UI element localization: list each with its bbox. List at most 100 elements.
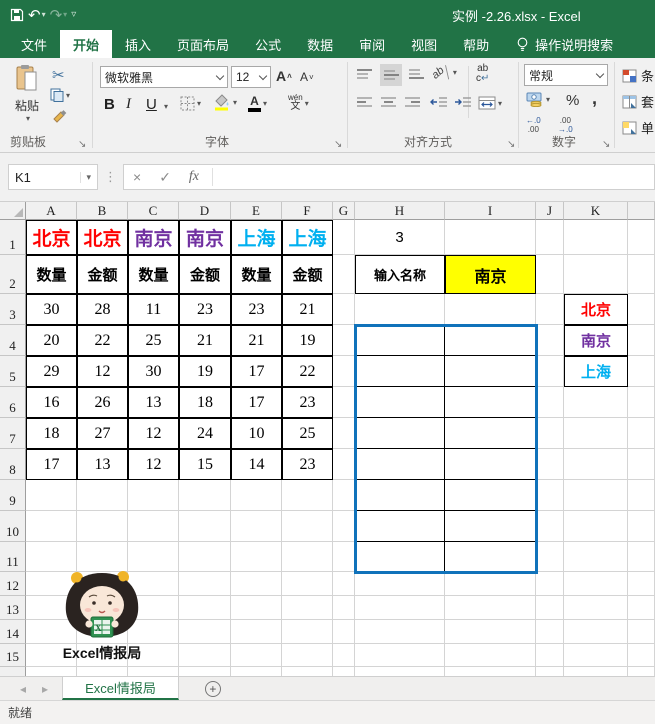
- cell-B7[interactable]: 27: [77, 418, 128, 449]
- cell-G3[interactable]: [333, 294, 355, 325]
- cell-B9[interactable]: [77, 480, 128, 511]
- cell-A10[interactable]: [26, 511, 77, 542]
- tab-page-layout[interactable]: 页面布局: [164, 30, 242, 58]
- cell-J2[interactable]: [536, 255, 564, 294]
- col-header-overflow[interactable]: [628, 202, 655, 220]
- cell-K10[interactable]: [564, 511, 628, 542]
- tab-review[interactable]: 审阅: [346, 30, 398, 58]
- cell-B4[interactable]: 22: [77, 325, 128, 356]
- cell-D[interactable]: [179, 667, 231, 676]
- comma-style-button[interactable]: ,: [592, 88, 597, 109]
- cell-I[interactable]: [445, 667, 536, 676]
- percent-style-button[interactable]: %: [566, 92, 579, 109]
- cell-J14[interactable]: [536, 620, 564, 644]
- cell-F6[interactable]: 23: [282, 387, 333, 418]
- cell-B6[interactable]: 26: [77, 387, 128, 418]
- tell-me-search[interactable]: 操作说明搜索: [516, 30, 613, 58]
- cell-x2[interactable]: [628, 255, 655, 294]
- cell-D15[interactable]: [179, 644, 231, 667]
- align-center-button[interactable]: [380, 96, 397, 109]
- cell-x8[interactable]: [628, 449, 655, 480]
- cell-B1[interactable]: 北京: [77, 220, 128, 255]
- cell-C[interactable]: [128, 667, 179, 676]
- cell-F9[interactable]: [282, 480, 333, 511]
- cell-E7[interactable]: 10: [231, 418, 282, 449]
- cancel-button[interactable]: ×: [124, 169, 150, 185]
- row-header-7[interactable]: 7: [0, 418, 26, 449]
- row-header-1[interactable]: 1: [0, 220, 26, 255]
- cell-x[interactable]: [628, 667, 655, 676]
- accounting-format-button[interactable]: ▾: [526, 92, 550, 107]
- cell-I13[interactable]: [445, 596, 536, 620]
- cell-A11[interactable]: [26, 542, 77, 572]
- cell-G9[interactable]: [333, 480, 355, 511]
- row-header-9[interactable]: 9: [0, 480, 26, 511]
- clipboard-dialog-launcher-icon[interactable]: ↘: [78, 140, 86, 150]
- cell-J6[interactable]: [536, 387, 564, 418]
- cell-A5[interactable]: 29: [26, 356, 77, 387]
- col-header-E[interactable]: E: [231, 202, 282, 220]
- cell-J10[interactable]: [536, 511, 564, 542]
- col-header-B[interactable]: B: [77, 202, 128, 220]
- col-header-D[interactable]: D: [179, 202, 231, 220]
- cell-C3[interactable]: 11: [128, 294, 179, 325]
- align-top-button[interactable]: [356, 68, 373, 81]
- col-header-H[interactable]: H: [355, 202, 445, 220]
- cell-D4[interactable]: 21: [179, 325, 231, 356]
- row-header-5[interactable]: 5: [0, 356, 26, 387]
- cell-J3[interactable]: [536, 294, 564, 325]
- col-header-G[interactable]: G: [333, 202, 355, 220]
- tab-formulas[interactable]: 公式: [242, 30, 294, 58]
- cell-G8[interactable]: [333, 449, 355, 480]
- cell-I15[interactable]: [445, 644, 536, 667]
- formula-bar-handle[interactable]: ⋮: [104, 169, 117, 185]
- cell-H13[interactable]: [355, 596, 445, 620]
- cell-C7[interactable]: 12: [128, 418, 179, 449]
- fill-color-button[interactable]: ▾: [214, 94, 237, 111]
- cell-G13[interactable]: [333, 596, 355, 620]
- cell-E[interactable]: [231, 667, 282, 676]
- copy-button[interactable]: ▾: [50, 88, 70, 102]
- grow-font-button[interactable]: A˄: [276, 68, 292, 84]
- cell-I14[interactable]: [445, 620, 536, 644]
- chevron-down-icon[interactable]: ▾: [164, 102, 168, 111]
- row-header-11[interactable]: 11: [0, 542, 26, 572]
- col-header-F[interactable]: F: [282, 202, 333, 220]
- cell-F3[interactable]: 21: [282, 294, 333, 325]
- cell-C8[interactable]: 12: [128, 449, 179, 480]
- cell-E14[interactable]: [231, 620, 282, 644]
- cell-H3[interactable]: [355, 294, 445, 325]
- prev-sheet-button[interactable]: ◂: [20, 682, 26, 696]
- sheet-tab-active[interactable]: Excel情报局: [62, 677, 179, 700]
- cell-I1[interactable]: [445, 220, 536, 255]
- cell-x1[interactable]: [628, 220, 655, 255]
- name-box[interactable]: K1 ▾: [8, 164, 98, 190]
- cell-G15[interactable]: [333, 644, 355, 667]
- cell-B10[interactable]: [77, 511, 128, 542]
- cell-K4[interactable]: 南京: [564, 325, 628, 356]
- format-as-table-button[interactable]: 套: [622, 92, 654, 111]
- new-sheet-button[interactable]: +: [205, 677, 221, 700]
- cell-K8[interactable]: [564, 449, 628, 480]
- align-bottom-button[interactable]: [408, 68, 425, 81]
- cell-B5[interactable]: 12: [77, 356, 128, 387]
- cell-J8[interactable]: [536, 449, 564, 480]
- cell-K9[interactable]: [564, 480, 628, 511]
- cell-H10[interactable]: [355, 511, 445, 542]
- cell-E15[interactable]: [231, 644, 282, 667]
- formula-input[interactable]: [217, 165, 654, 189]
- cell-C10[interactable]: [128, 511, 179, 542]
- insert-function-button[interactable]: fx: [180, 169, 208, 185]
- cell-E4[interactable]: 21: [231, 325, 282, 356]
- cell-C4[interactable]: 25: [128, 325, 179, 356]
- cell-H14[interactable]: [355, 620, 445, 644]
- cell-H4[interactable]: [355, 325, 445, 356]
- cell-K15[interactable]: [564, 644, 628, 667]
- cell-E11[interactable]: [231, 542, 282, 572]
- cell-I12[interactable]: [445, 572, 536, 596]
- cell-K14[interactable]: [564, 620, 628, 644]
- cell-C9[interactable]: [128, 480, 179, 511]
- cell-H[interactable]: [355, 667, 445, 676]
- cell-H15[interactable]: [355, 644, 445, 667]
- align-middle-button[interactable]: [380, 64, 402, 86]
